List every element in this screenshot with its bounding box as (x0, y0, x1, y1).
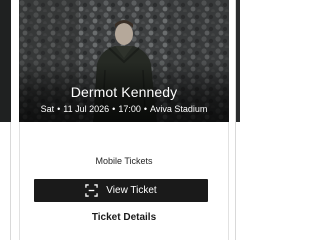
event-venue: Aviva Stadium (150, 104, 208, 114)
event-hero: Dermot Kennedy Sat • 11 Jul 2026 • 17:00 • Avi… (19, 0, 229, 122)
event-meta: Sat • 11 Jul 2026 • 17:00 • Aviva Stadium (19, 104, 229, 114)
previous-ticket-card[interactable] (0, 0, 11, 240)
ticket-carousel[interactable]: Dermot Kennedy Sat • 11 Jul 2026 • 17:00 • Avi… (0, 0, 240, 240)
previous-ticket-image (0, 0, 11, 122)
next-ticket-card[interactable] (235, 0, 240, 240)
meta-separator: • (57, 104, 61, 114)
ticket-details-link[interactable]: Ticket Details (20, 212, 228, 223)
event-title: Dermot Kennedy (70, 84, 178, 100)
meta-separator: • (143, 104, 147, 114)
meta-separator: • (112, 104, 116, 114)
event-date: 11 Jul 2026 (63, 104, 110, 114)
qr-scan-icon (85, 184, 99, 197)
view-ticket-label: View Ticket (106, 185, 157, 196)
ticket-panel: Mobile Tickets View Ticket Ticket Detail… (19, 122, 229, 240)
event-time: 17:00 (118, 104, 141, 114)
ticket-delivery-type: Mobile Tickets (95, 156, 153, 166)
view-ticket-button[interactable]: View Ticket (34, 179, 208, 202)
event-day: Sat (40, 104, 55, 114)
next-ticket-image (236, 0, 240, 122)
